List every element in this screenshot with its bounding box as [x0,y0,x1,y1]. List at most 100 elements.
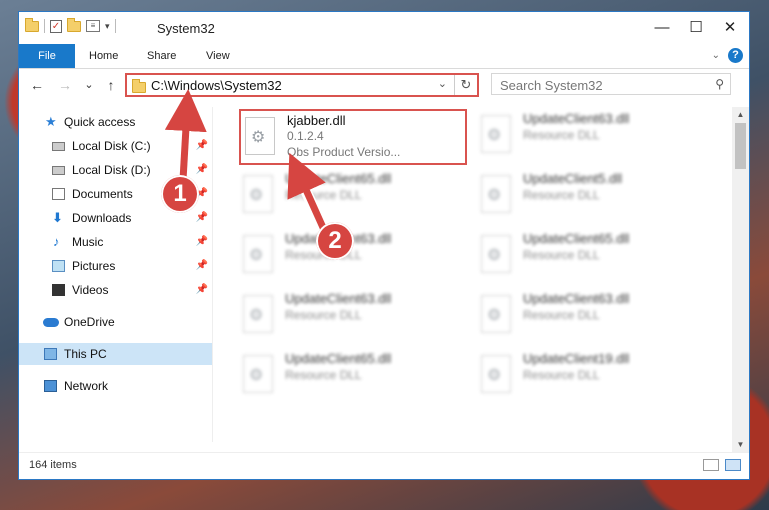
file-description: Resource DLL [285,308,362,322]
file-item[interactable]: ⚙ UpdateClient63.dll Resource DLL [239,227,469,287]
search-box[interactable]: ⚲ [491,73,731,95]
dll-file-icon: ⚙ [481,115,511,153]
tab-file[interactable]: File [19,44,75,68]
file-name: UpdateClient63.dll [523,111,630,126]
pin-icon: 📌 [195,236,208,247]
scroll-down-icon[interactable]: ▼ [732,437,749,452]
file-item[interactable]: ⚙ UpdateClient65.dll Resource DLL [239,347,469,407]
pictures-icon [52,260,65,272]
close-button[interactable]: ✕ [715,16,745,40]
dll-file-icon: ⚙ [243,295,273,333]
sidebar-item-this-pc[interactable]: This PC [19,343,212,365]
navigation-pane: ★ Quick access Local Disk (C:) 📌 Local D… [19,107,213,442]
address-bar[interactable]: C:\Windows\System32 ⌄ ↻ [125,73,479,97]
scroll-thumb[interactable] [735,123,746,169]
dll-file-icon: ⚙ [481,235,511,273]
file-item-kjabber-dll[interactable]: ⚙ kjabber.dll 0.1.2.4 Obs Product Versio… [239,109,467,165]
vertical-scrollbar[interactable]: ▲ ▼ [732,107,749,452]
sidebar-item-label: Local Disk (C:) [72,139,151,153]
disk-icon [52,166,65,175]
music-icon: ♪ [53,234,60,249]
file-description: Resource DLL [523,188,600,202]
sidebar-item-network[interactable]: Network [19,375,212,397]
customize-toolbar-caret-icon[interactable]: ▾ [105,21,110,32]
dll-file-icon: ⚙ [481,175,511,213]
expand-ribbon-icon[interactable]: ⌄ [712,50,720,61]
file-name: UpdateClient65.dll [285,171,392,186]
recent-locations-button[interactable]: ⌄ [79,74,99,96]
file-name: UpdateClient65.dll [285,351,392,366]
navigation-bar: ← → ⌄ ↑ C:\Windows\System32 ⌄ ↻ ⚲ [19,69,749,101]
step-2-badge: 2 [316,222,354,260]
file-item[interactable]: ⚙ UpdateClient63.dll Resource DLL [239,287,469,347]
ribbon-tabs: File Home Share View ⌄ ? [19,44,749,69]
videos-icon [52,284,65,296]
sidebar-item-local-disk-c[interactable]: Local Disk (C:) 📌 [19,135,212,157]
large-icons-view-icon[interactable] [725,459,741,471]
sidebar-item-label: Network [64,379,109,393]
address-path[interactable]: C:\Windows\System32 [151,78,282,93]
file-description: Resource DLL [523,128,600,142]
up-button[interactable]: ↑ [101,74,121,96]
pin-icon: 📌 [195,260,208,271]
sidebar-item-label: Music [72,235,104,249]
file-name: UpdateClient19.dll [523,351,630,366]
tab-view[interactable]: View [206,44,230,68]
file-explorer-window: ✓ ≡ ▾ System32 — ☐ ✕ File Home Share Vie… [18,11,750,480]
file-item[interactable]: ⚙ UpdateClient5.dll Resource DLL [477,167,707,227]
sidebar-item-label: Documents [72,187,133,201]
pin-icon: 📌 [195,140,208,151]
gear-icon: ⚙ [249,307,264,324]
file-name: UpdateClient5.dll [523,171,623,186]
tab-home[interactable]: Home [89,44,118,68]
gear-icon: ⚙ [251,129,266,146]
file-description: Resource DLL [285,368,362,382]
sidebar-item-videos[interactable]: Videos 📌 [19,279,212,301]
step-1-badge: 1 [161,175,199,213]
forward-button[interactable]: → [55,74,75,96]
back-button[interactable]: ← [27,74,47,96]
scroll-up-icon[interactable]: ▲ [732,107,749,122]
minimize-button[interactable]: — [647,16,677,40]
status-bar: 164 items [19,452,749,479]
sidebar-item-music[interactable]: ♪ Music 📌 [19,231,212,253]
search-input[interactable] [498,76,702,94]
file-item[interactable]: ⚙ UpdateClient63.dll Resource DLL [477,287,707,347]
rename-icon[interactable]: ≡ [86,20,100,32]
file-item[interactable]: ⚙ UpdateClient65.dll Resource DLL [477,227,707,287]
file-item[interactable]: ⚙ UpdateClient65.dll Resource DLL [239,167,469,227]
properties-check-icon[interactable]: ✓ [50,19,62,33]
gear-icon: ⚙ [487,307,502,324]
file-description: Resource DLL [523,308,600,322]
tab-share[interactable]: Share [147,44,176,68]
sidebar-item-label: Videos [72,283,109,297]
dll-file-icon: ⚙ [245,117,275,155]
sidebar-item-label: Local Disk (D:) [72,163,151,177]
sidebar-item-label: This PC [64,347,107,361]
help-icon[interactable]: ? [728,48,743,63]
title-bar: ✓ ≡ ▾ System32 — ☐ ✕ [19,12,749,44]
new-folder-icon[interactable] [67,17,81,32]
divider [44,19,45,33]
folder-icon[interactable] [25,17,39,32]
pin-icon: 📌 [195,164,208,175]
gear-icon: ⚙ [487,187,502,204]
gear-icon: ⚙ [487,127,502,144]
disk-icon [52,142,65,151]
details-view-icon[interactable] [703,459,719,471]
sidebar-item-quick-access[interactable]: ★ Quick access [19,111,212,133]
file-item[interactable]: ⚙ UpdateClient19.dll Resource DLL [477,347,707,407]
address-dropdown-icon[interactable]: ⌄ [438,77,447,90]
star-icon: ★ [45,114,57,129]
refresh-button[interactable]: ↻ [454,75,477,95]
file-item[interactable]: ⚙ UpdateClient63.dll Resource DLL [477,107,707,167]
search-icon[interactable]: ⚲ [715,77,724,91]
file-description: Resource DLL [523,368,600,382]
gear-icon: ⚙ [249,367,264,384]
file-description: Obs Product Versio... [287,145,401,159]
pin-icon: 📌 [195,284,208,295]
file-version: 0.1.2.4 [287,129,324,143]
sidebar-item-onedrive[interactable]: OneDrive [19,311,212,333]
maximize-button[interactable]: ☐ [681,16,711,40]
sidebar-item-pictures[interactable]: Pictures 📌 [19,255,212,277]
